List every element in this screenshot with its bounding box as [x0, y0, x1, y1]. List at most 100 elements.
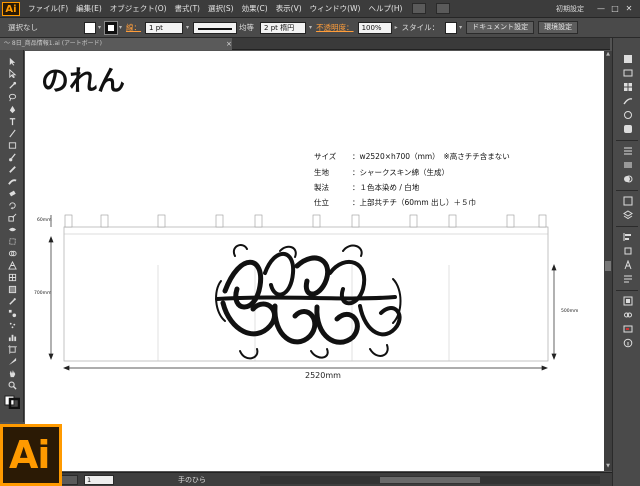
pen-tool-icon[interactable] — [4, 104, 20, 115]
menu-file[interactable]: ファイル(F) — [28, 3, 68, 14]
transform-icon[interactable] — [622, 246, 633, 256]
horizontal-scrollbar[interactable] — [260, 476, 600, 484]
magic-wand-tool-icon[interactable] — [4, 80, 20, 91]
fill-swatch[interactable] — [84, 21, 96, 34]
slice-tool-icon[interactable] — [4, 356, 20, 367]
transparency-icon[interactable] — [622, 174, 633, 184]
layers-icon[interactable] — [622, 210, 633, 220]
scroll-up-icon[interactable]: ▲ — [604, 51, 612, 59]
menu-edit[interactable]: 編集(E) — [76, 3, 102, 14]
status-bar: 33.33% 1 手のひら — [0, 472, 612, 486]
paintbrush-tool-icon[interactable] — [4, 152, 20, 163]
app-logo: Ai — [2, 1, 20, 16]
scroll-thumb[interactable] — [380, 477, 480, 483]
opacity-field[interactable]: 100% — [357, 21, 392, 34]
tools-panel — [0, 50, 24, 422]
rotate-tool-icon[interactable] — [4, 200, 20, 211]
fill-stroke-selector[interactable] — [4, 395, 20, 409]
stroke-profile-preview[interactable] — [193, 21, 238, 34]
artboard-canvas[interactable]: のれん サイズ ：w2520×h700（mm） ※高さチチ含まない 生地 ：シャーク… — [25, 51, 610, 471]
artboard-number-field[interactable]: 1 — [84, 475, 114, 485]
brushes-icon[interactable] — [622, 96, 633, 106]
swatches-icon[interactable] — [622, 82, 633, 92]
selection-tool-icon[interactable] — [4, 56, 20, 67]
brush-field[interactable]: 2 pt 楕円 — [260, 21, 307, 34]
control-bar: 選択なし ▾ ▾ 線： 1 pt ▾ 均等 2 pt 楕円 ▾ 不透明度： 10… — [0, 18, 640, 38]
chevron-down-icon[interactable]: ▾ — [309, 24, 312, 31]
zoom-tool-icon[interactable] — [4, 380, 20, 391]
perspective-grid-tool-icon[interactable] — [4, 260, 20, 271]
menu-object[interactable]: オブジェクト(O) — [110, 3, 167, 14]
minimize-button[interactable]: — — [594, 3, 608, 15]
page-title: のれん — [41, 64, 126, 97]
workspace-switcher[interactable]: 初期設定 — [552, 3, 588, 15]
gradient-panel-icon[interactable] — [622, 160, 633, 170]
line-tool-icon[interactable] — [4, 128, 20, 139]
vertical-scrollbar[interactable]: ▲ ▼ — [604, 51, 612, 471]
info-icon[interactable] — [622, 338, 633, 348]
menu-view[interactable]: 表示(V) — [276, 3, 302, 14]
stroke-weight-field[interactable]: 1 pt — [145, 21, 184, 34]
docked-panels — [612, 38, 640, 486]
chevron-down-icon[interactable]: ▸ — [395, 24, 398, 31]
character-icon[interactable] — [622, 260, 633, 270]
chevron-down-icon[interactable]: ▾ — [186, 24, 189, 31]
chevron-down-icon[interactable]: ▾ — [98, 24, 101, 31]
mesh-tool-icon[interactable] — [4, 272, 20, 283]
gradient-tool-icon[interactable] — [4, 284, 20, 295]
bridge-button[interactable] — [412, 3, 427, 14]
artboard-tool-icon[interactable] — [4, 344, 20, 355]
free-transform-tool-icon[interactable] — [4, 236, 20, 247]
appearance-icon[interactable] — [622, 196, 633, 206]
stroke-swatch[interactable] — [104, 20, 119, 35]
rectangle-tool-icon[interactable] — [4, 140, 20, 151]
graphic-styles-icon[interactable] — [622, 124, 633, 134]
color-panel-icon[interactable] — [622, 54, 633, 64]
scale-tool-icon[interactable] — [4, 212, 20, 223]
graphic-style-swatch[interactable] — [445, 21, 458, 34]
hand-tool-icon[interactable] — [4, 368, 20, 379]
symbols-icon[interactable] — [622, 110, 633, 120]
opacity-label[interactable]: 不透明度： — [316, 22, 354, 33]
blob-brush-tool-icon[interactable] — [4, 176, 20, 187]
selection-status: 選択なし — [8, 23, 38, 32]
document-tab[interactable]: ～ 8日_商品情報1.ai (アートボード) — [0, 38, 232, 50]
type-tool-icon[interactable] — [4, 116, 20, 127]
artboards-icon[interactable] — [622, 296, 633, 306]
stroke-panel-icon[interactable] — [622, 146, 633, 156]
align-icon[interactable] — [622, 232, 633, 242]
spec-row-method: 製法 ：１色本染め / 白地 — [314, 182, 419, 193]
lasso-tool-icon[interactable] — [4, 92, 20, 103]
arrange-documents-button[interactable] — [436, 3, 451, 14]
graph-tool-icon[interactable] — [4, 332, 20, 343]
blend-tool-icon[interactable] — [4, 308, 20, 319]
width-tool-icon[interactable] — [4, 224, 20, 235]
navigator-icon[interactable] — [622, 324, 633, 334]
document-setup-button[interactable]: ドキュメント設定 — [466, 21, 535, 34]
color-guide-icon[interactable] — [622, 68, 633, 78]
dimension-label-right: 500mm — [561, 309, 579, 314]
maximize-button[interactable]: □ — [608, 3, 622, 15]
menu-select[interactable]: 選択(S) — [208, 3, 234, 14]
eraser-tool-icon[interactable] — [4, 188, 20, 199]
symbol-sprayer-tool-icon[interactable] — [4, 320, 20, 331]
close-window-button[interactable]: ✕ — [622, 3, 636, 15]
dimension-label-top: 60mm — [37, 218, 52, 223]
eyedropper-tool-icon[interactable] — [4, 296, 20, 307]
menu-window[interactable]: ウィンドウ(W) — [310, 3, 361, 14]
scroll-thumb[interactable] — [605, 261, 611, 271]
links-icon[interactable] — [622, 310, 633, 320]
menu-help[interactable]: ヘルプ(H) — [368, 3, 402, 14]
shape-builder-tool-icon[interactable] — [4, 248, 20, 259]
chevron-down-icon[interactable]: ▾ — [119, 24, 122, 31]
scroll-down-icon[interactable]: ▼ — [604, 463, 612, 471]
chevron-down-icon[interactable]: ▾ — [459, 24, 462, 31]
pencil-tool-icon[interactable] — [4, 164, 20, 175]
preferences-button[interactable]: 環境設定 — [538, 21, 579, 34]
menu-type[interactable]: 書式(T) — [175, 3, 200, 14]
paragraph-icon[interactable] — [622, 274, 633, 284]
close-icon[interactable]: × — [226, 38, 232, 50]
menu-effect[interactable]: 効果(C) — [242, 3, 268, 14]
direct-selection-tool-icon[interactable] — [4, 68, 20, 79]
stroke-label[interactable]: 線： — [126, 22, 141, 33]
